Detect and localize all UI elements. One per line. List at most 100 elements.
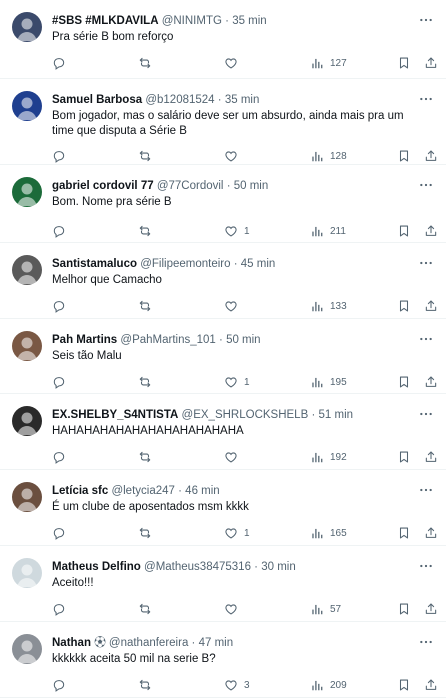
- timestamp[interactable]: 46 min: [185, 485, 220, 497]
- tweet[interactable]: Santistamaluco @Filipeemonteiro · 45 min…: [0, 243, 446, 319]
- avatar[interactable]: [12, 331, 42, 361]
- retweet-button[interactable]: [138, 148, 158, 164]
- retweet-button[interactable]: [138, 55, 158, 71]
- retweet-button[interactable]: [138, 298, 158, 314]
- reply-button[interactable]: [52, 449, 72, 465]
- views-button[interactable]: 128: [310, 148, 347, 164]
- reply-button[interactable]: [52, 601, 72, 617]
- timestamp[interactable]: 51 min: [319, 409, 354, 421]
- author-name[interactable]: Matheus Delfino: [52, 561, 141, 573]
- tweet[interactable]: Letícia sfc @letycia247 · 46 min É um clu…: [0, 470, 446, 546]
- views-button[interactable]: 57: [310, 601, 341, 617]
- bookmark-button[interactable]: [397, 223, 411, 239]
- bookmark-button[interactable]: [397, 677, 411, 693]
- author-handle[interactable]: @77Cordovil: [157, 180, 224, 192]
- timestamp[interactable]: 45 min: [241, 258, 276, 270]
- author-handle[interactable]: @Matheus38475316: [144, 561, 251, 573]
- bookmark-button[interactable]: [397, 374, 411, 390]
- avatar[interactable]: [12, 177, 42, 207]
- tweet[interactable]: Pah Martins @PahMartins_101 · 50 min Seis…: [0, 319, 446, 394]
- share-button[interactable]: [424, 525, 438, 541]
- avatar[interactable]: [12, 255, 42, 285]
- like-button[interactable]: [224, 601, 244, 617]
- retweet-button[interactable]: [138, 449, 158, 465]
- tweet[interactable]: Samuel Barbosa @b12081524 · 35 min Bom jo…: [0, 79, 446, 165]
- like-button[interactable]: 3: [224, 677, 250, 693]
- more-icon[interactable]: [418, 255, 434, 271]
- views-button[interactable]: 195: [310, 374, 347, 390]
- author-name[interactable]: Pah Martins: [52, 334, 117, 346]
- tweet[interactable]: Matheus Delfino @Matheus38475316 · 30 mi…: [0, 546, 446, 622]
- tweet[interactable]: Nathan ⚽︎ @nathanfereira · 47 min kkkkkk …: [0, 622, 446, 698]
- avatar[interactable]: [12, 12, 42, 42]
- author-name[interactable]: Samuel Barbosa: [52, 94, 142, 106]
- avatar[interactable]: [12, 406, 42, 436]
- like-button[interactable]: [224, 55, 244, 71]
- reply-button[interactable]: [52, 148, 72, 164]
- timestamp[interactable]: 47 min: [199, 637, 234, 649]
- more-icon[interactable]: [418, 482, 434, 498]
- views-button[interactable]: 133: [310, 298, 347, 314]
- like-button[interactable]: [224, 298, 244, 314]
- timestamp[interactable]: 35 min: [225, 94, 260, 106]
- more-icon[interactable]: [418, 91, 434, 107]
- like-button[interactable]: 1: [224, 223, 250, 239]
- share-button[interactable]: [424, 55, 438, 71]
- share-button[interactable]: [424, 374, 438, 390]
- reply-button[interactable]: [52, 55, 72, 71]
- retweet-button[interactable]: [138, 223, 158, 239]
- views-button[interactable]: 209: [310, 677, 347, 693]
- more-icon[interactable]: [418, 634, 434, 650]
- author-name[interactable]: Nathan: [52, 637, 91, 649]
- author-handle[interactable]: @b12081524: [145, 94, 214, 106]
- reply-button[interactable]: [52, 223, 72, 239]
- author-name[interactable]: Letícia sfc: [52, 485, 108, 497]
- like-button[interactable]: [224, 148, 244, 164]
- share-button[interactable]: [424, 148, 438, 164]
- bookmark-button[interactable]: [397, 601, 411, 617]
- author-handle[interactable]: @letycia247: [111, 485, 174, 497]
- more-icon[interactable]: [418, 558, 434, 574]
- like-button[interactable]: 1: [224, 374, 250, 390]
- reply-button[interactable]: [52, 677, 72, 693]
- author-name[interactable]: #SBS #MLKDAVILA: [52, 15, 159, 27]
- timestamp[interactable]: 50 min: [226, 334, 261, 346]
- bookmark-button[interactable]: [397, 148, 411, 164]
- reply-button[interactable]: [52, 374, 72, 390]
- retweet-button[interactable]: [138, 677, 158, 693]
- share-button[interactable]: [424, 298, 438, 314]
- bookmark-button[interactable]: [397, 449, 411, 465]
- author-name[interactable]: Santistamaluco: [52, 258, 137, 270]
- like-button[interactable]: [224, 449, 244, 465]
- avatar[interactable]: [12, 558, 42, 588]
- views-button[interactable]: 165: [310, 525, 347, 541]
- avatar[interactable]: [12, 634, 42, 664]
- like-button[interactable]: 1: [224, 525, 250, 541]
- author-name[interactable]: gabriel cordovil 77: [52, 180, 154, 192]
- share-button[interactable]: [424, 677, 438, 693]
- timestamp[interactable]: 50 min: [234, 180, 269, 192]
- author-handle[interactable]: @nathanfereira: [109, 637, 188, 649]
- timestamp[interactable]: 30 min: [261, 561, 296, 573]
- more-icon[interactable]: [418, 406, 434, 422]
- author-handle[interactable]: @EX_SHRLOCKSHELB: [182, 409, 309, 421]
- bookmark-button[interactable]: [397, 525, 411, 541]
- author-handle[interactable]: @NINIMTG: [162, 15, 222, 27]
- share-button[interactable]: [424, 223, 438, 239]
- tweet[interactable]: #SBS #MLKDAVILA @NINIMTG · 35 min Pra sér…: [0, 0, 446, 79]
- reply-button[interactable]: [52, 525, 72, 541]
- tweet[interactable]: gabriel cordovil 77 @77Cordovil · 50 min…: [0, 165, 446, 243]
- author-name[interactable]: EX.SHELBY_S4NTISTA: [52, 409, 178, 421]
- retweet-button[interactable]: [138, 374, 158, 390]
- author-handle[interactable]: @PahMartins_101: [120, 334, 215, 346]
- more-icon[interactable]: [418, 177, 434, 193]
- avatar[interactable]: [12, 482, 42, 512]
- author-handle[interactable]: @Filipeemonteiro: [140, 258, 230, 270]
- share-button[interactable]: [424, 449, 438, 465]
- share-button[interactable]: [424, 601, 438, 617]
- views-button[interactable]: 127: [310, 55, 347, 71]
- timestamp[interactable]: 35 min: [232, 15, 267, 27]
- more-icon[interactable]: [418, 331, 434, 347]
- retweet-button[interactable]: [138, 601, 158, 617]
- bookmark-button[interactable]: [397, 298, 411, 314]
